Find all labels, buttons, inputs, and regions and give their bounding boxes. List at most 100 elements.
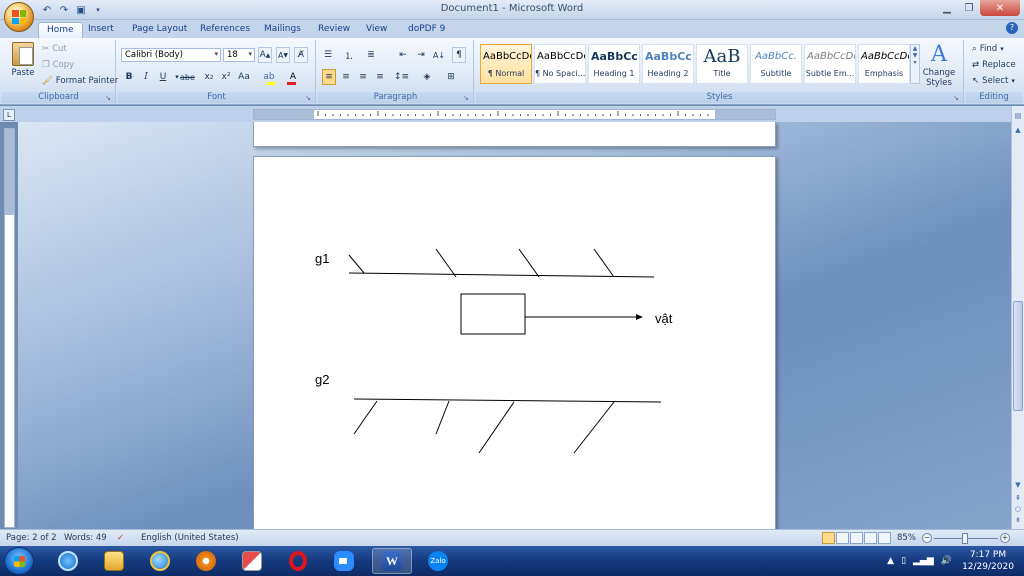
tab-review[interactable]: Review bbox=[310, 22, 358, 38]
sort-icon[interactable]: A↓ bbox=[432, 47, 446, 63]
font-size-select[interactable]: 18 bbox=[223, 48, 255, 62]
zoom-in-icon[interactable]: + bbox=[1000, 533, 1010, 543]
taskbar-word-icon[interactable]: W bbox=[372, 548, 412, 574]
taskbar-explorer-icon[interactable] bbox=[94, 548, 134, 574]
style-heading-2[interactable]: AaBbCc Heading 2 bbox=[642, 44, 694, 84]
page-indicator[interactable]: Page: 2 of 2 bbox=[6, 533, 57, 543]
language-indicator[interactable]: English (United States) bbox=[141, 533, 239, 543]
start-button[interactable] bbox=[4, 547, 34, 575]
font-color-icon[interactable]: A bbox=[286, 69, 300, 85]
tab-page-layout[interactable]: Page Layout bbox=[124, 22, 195, 38]
bullets-icon[interactable]: ☰ bbox=[321, 47, 335, 63]
paste-button[interactable]: Paste bbox=[8, 42, 38, 88]
align-left-icon[interactable]: ≡ bbox=[322, 69, 336, 85]
change-case-button[interactable]: Aa bbox=[237, 69, 251, 85]
restore-icon[interactable]: ❐ bbox=[958, 0, 980, 16]
numbering-icon[interactable]: ⒈ bbox=[342, 47, 356, 63]
superscript-button[interactable]: x² bbox=[219, 69, 233, 85]
change-styles-button[interactable]: A Change Styles bbox=[922, 42, 956, 88]
tab-references[interactable]: References bbox=[192, 22, 258, 38]
previous-page[interactable] bbox=[253, 122, 776, 147]
copy-button[interactable]: ❐ Copy bbox=[42, 60, 74, 70]
line-spacing-icon[interactable]: ↕≡ bbox=[394, 69, 409, 85]
horizontal-ruler[interactable] bbox=[253, 109, 776, 120]
style-heading-1[interactable]: AaBbCc Heading 1 bbox=[588, 44, 640, 84]
taskbar-search-icon[interactable] bbox=[48, 548, 88, 574]
style-subtitle[interactable]: AaBbCc. Subtitle bbox=[750, 44, 802, 84]
next-page-icon[interactable]: ⇟ bbox=[1012, 514, 1024, 526]
vertical-ruler[interactable] bbox=[4, 128, 15, 528]
style-title[interactable]: AaB Title bbox=[696, 44, 748, 84]
g1-main-line[interactable] bbox=[348, 272, 655, 278]
italic-button[interactable]: I bbox=[139, 69, 153, 85]
document-page[interactable]: g1 vật g2 bbox=[253, 156, 776, 529]
g2-ray-2[interactable] bbox=[435, 400, 450, 435]
proofing-icon[interactable]: ✓ bbox=[117, 533, 124, 543]
highlight-icon[interactable]: ab bbox=[262, 69, 276, 85]
outline-view-icon[interactable] bbox=[864, 532, 877, 544]
select-button[interactable]: ↖ Select ▾ bbox=[972, 76, 1015, 86]
align-right-icon[interactable]: ≡ bbox=[356, 69, 370, 85]
device-icon[interactable]: ▯ bbox=[901, 556, 906, 566]
taskbar-zalo-icon[interactable]: Zalo bbox=[418, 548, 458, 574]
style-subtle-emphasis[interactable]: AaBbCcDc Subtle Em... bbox=[804, 44, 856, 84]
align-center-icon[interactable]: ≡ bbox=[339, 69, 353, 85]
shrink-font-button[interactable]: A ▼ bbox=[276, 47, 290, 63]
paragraph-launcher-icon[interactable]: ↘ bbox=[463, 94, 471, 102]
font-family-select[interactable]: Calibri (Body) bbox=[121, 48, 221, 62]
format-painter-button[interactable]: 🖌 Format Painter bbox=[42, 76, 118, 86]
styles-launcher-icon[interactable]: ↘ bbox=[953, 94, 961, 102]
object-box[interactable] bbox=[460, 293, 526, 335]
tab-home[interactable]: Home bbox=[38, 22, 83, 38]
draft-view-icon[interactable] bbox=[878, 532, 891, 544]
tab-mailings[interactable]: Mailings bbox=[256, 22, 309, 38]
clear-formatting-icon[interactable]: A̸ bbox=[294, 47, 308, 63]
taskbar-ie-icon[interactable] bbox=[140, 548, 180, 574]
decrease-indent-icon[interactable]: ⇤ bbox=[396, 47, 410, 63]
find-button[interactable]: ⌕ Find ▾ bbox=[972, 44, 1004, 54]
g2-ray-4[interactable] bbox=[573, 401, 615, 454]
tray-expand-icon[interactable]: ▲ bbox=[887, 556, 894, 566]
taskbar-opera-icon[interactable] bbox=[278, 548, 318, 574]
shading-icon[interactable]: ◈ bbox=[420, 69, 434, 85]
increase-indent-icon[interactable]: ⇥ bbox=[414, 47, 428, 63]
justify-icon[interactable]: ≡ bbox=[373, 69, 387, 85]
zoom-slider[interactable]: − + bbox=[922, 533, 1010, 544]
tab-dopdf[interactable]: doPDF 9 bbox=[400, 22, 453, 38]
grow-font-button[interactable]: A ▲ bbox=[258, 47, 272, 63]
document-area[interactable]: g1 vật g2 bbox=[18, 122, 1011, 529]
network-icon[interactable]: ▂▄▆ bbox=[913, 556, 934, 566]
zoom-out-icon[interactable]: − bbox=[922, 533, 932, 543]
scroll-thumb[interactable] bbox=[1013, 301, 1023, 411]
g2-main-line[interactable] bbox=[353, 398, 662, 403]
taskbar-app-icon[interactable] bbox=[232, 548, 272, 574]
g2-ray-3[interactable] bbox=[478, 401, 515, 454]
g1-ray-4[interactable] bbox=[593, 248, 615, 278]
ruler-toggle-icon[interactable]: ▤ bbox=[1012, 110, 1024, 122]
fishbone-drawing[interactable]: g1 vật g2 bbox=[254, 157, 777, 529]
replace-button[interactable]: ⇄ Replace bbox=[972, 60, 1016, 70]
tab-view[interactable]: View bbox=[358, 22, 395, 38]
close-icon[interactable]: ✕ bbox=[980, 0, 1020, 16]
borders-icon[interactable]: ⊞ bbox=[444, 69, 458, 85]
g1-ray-1[interactable] bbox=[348, 254, 365, 274]
full-screen-view-icon[interactable] bbox=[836, 532, 849, 544]
style-normal[interactable]: AaBbCcDc ¶ Normal bbox=[480, 44, 532, 84]
volume-icon[interactable]: 🔊 bbox=[941, 556, 952, 566]
bold-button[interactable]: B bbox=[122, 69, 136, 85]
g1-ray-3[interactable] bbox=[518, 248, 540, 278]
clipboard-launcher-icon[interactable]: ↘ bbox=[105, 94, 113, 102]
zoom-level[interactable]: 85% bbox=[897, 533, 916, 543]
subscript-button[interactable]: x₂ bbox=[202, 69, 216, 85]
help-icon[interactable]: ? bbox=[1006, 22, 1018, 34]
styles-gallery-scroll[interactable]: ▲ ▼ ▾ bbox=[910, 44, 920, 84]
taskbar-zoom-icon[interactable] bbox=[324, 548, 364, 574]
tab-selector-icon[interactable]: L bbox=[3, 109, 15, 121]
web-layout-view-icon[interactable] bbox=[850, 532, 863, 544]
style-no-spacing[interactable]: AaBbCcDc ¶ No Spaci... bbox=[534, 44, 586, 84]
cut-button[interactable]: ✂ Cut bbox=[42, 44, 67, 54]
word-count[interactable]: Words: 49 bbox=[64, 533, 107, 543]
minimize-icon[interactable]: ▁ bbox=[936, 0, 958, 16]
system-clock[interactable]: 7:17 PM 12/29/2020 bbox=[958, 549, 1018, 573]
zoom-knob[interactable] bbox=[962, 533, 968, 544]
